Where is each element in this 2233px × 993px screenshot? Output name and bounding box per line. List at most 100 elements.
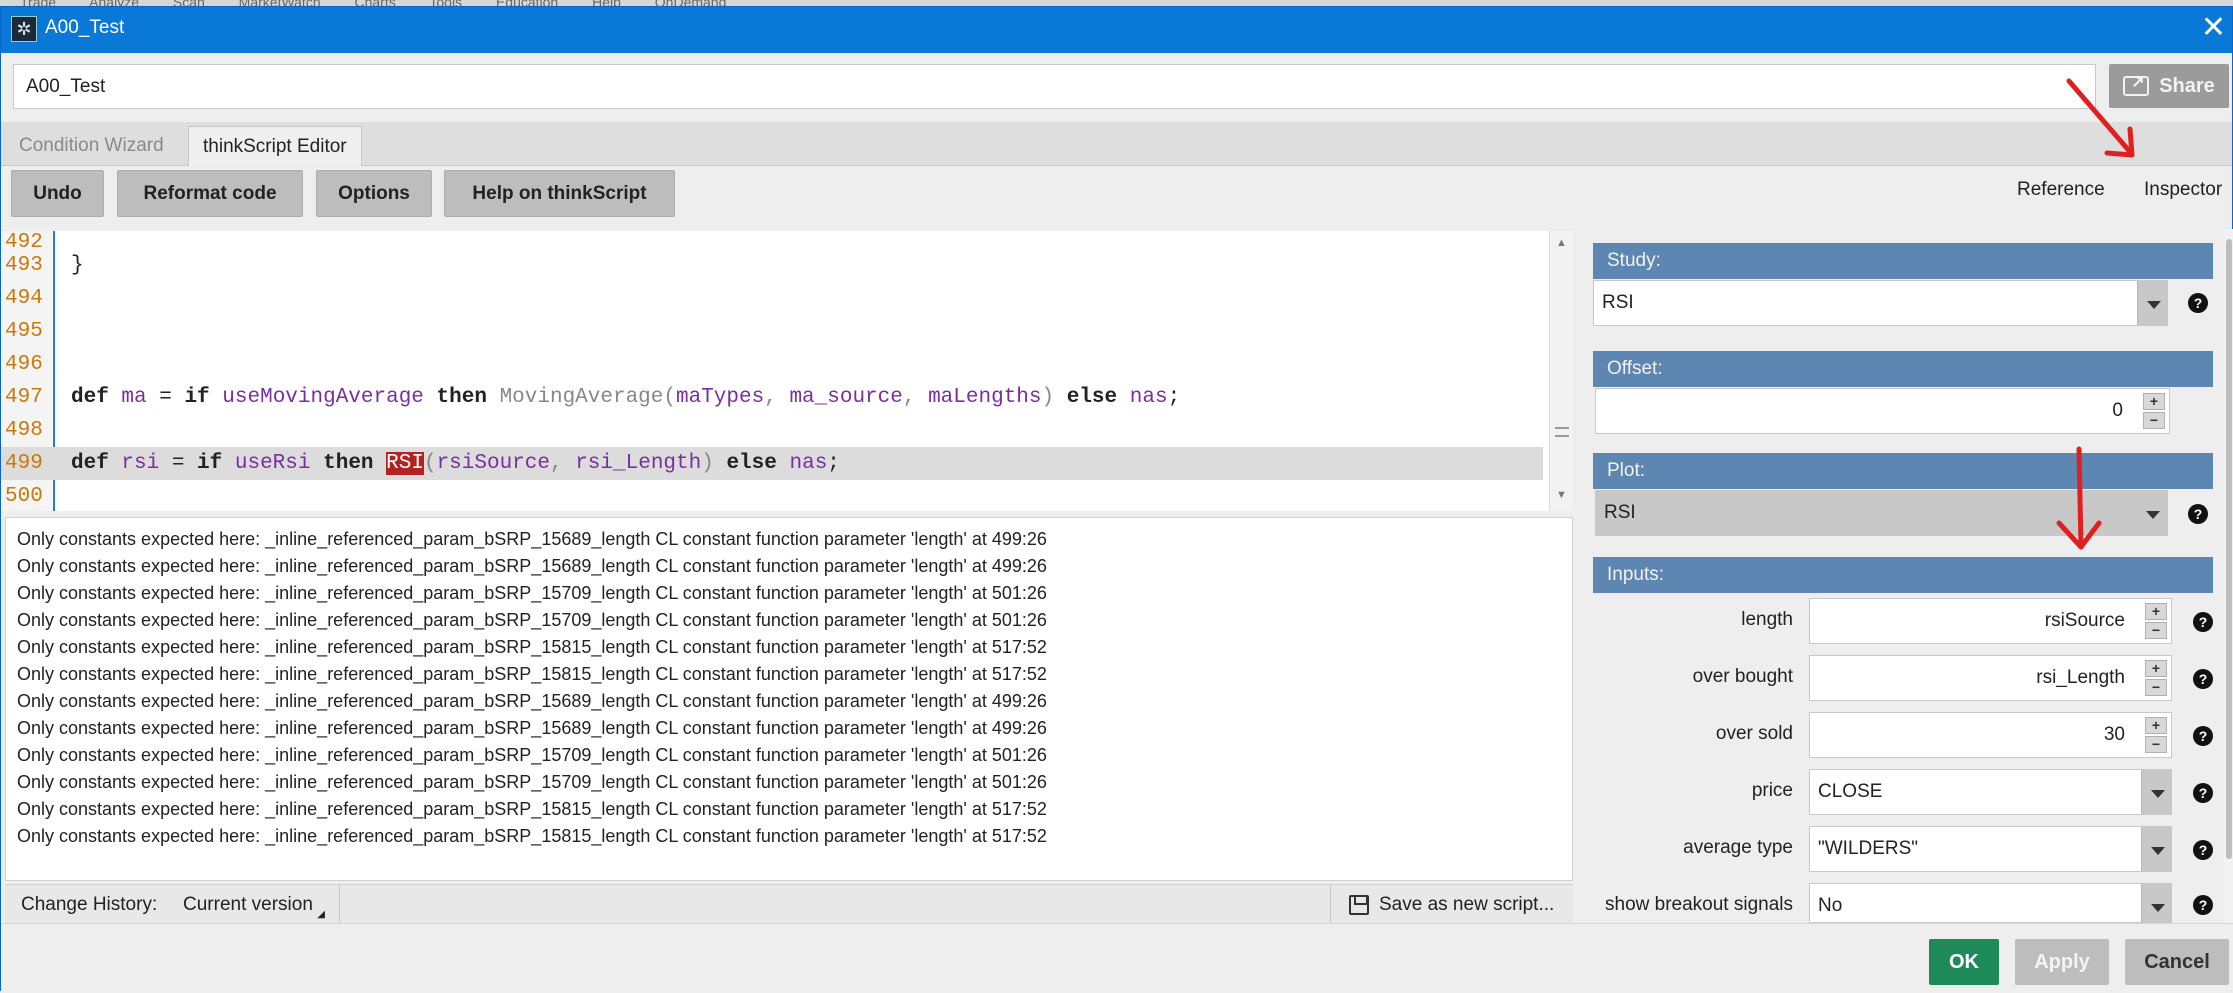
input-select-average-type[interactable]: "WILDERS" (1809, 826, 2172, 872)
line-number: 495 (5, 320, 43, 343)
undo-button[interactable]: Undo (11, 170, 104, 217)
save-icon (1349, 895, 1369, 915)
tab-thinkscript-editor[interactable]: thinkScript Editor (188, 126, 362, 166)
help-icon[interactable]: ? (2193, 895, 2213, 915)
help-icon[interactable]: ? (2193, 669, 2213, 689)
minus-icon[interactable]: − (2145, 679, 2167, 696)
apply-button[interactable]: Apply (2015, 939, 2109, 985)
close-icon[interactable]: ✕ (2201, 13, 2226, 43)
ok-button[interactable]: OK (1929, 939, 1999, 985)
help-icon[interactable]: ? (2193, 726, 2213, 746)
plus-icon[interactable]: + (2143, 393, 2165, 410)
scroll-down-icon[interactable]: ▼ (1556, 489, 1567, 501)
offset-field[interactable]: 0 + − (1595, 388, 2170, 434)
minus-icon[interactable]: − (2145, 622, 2167, 639)
save-as-new-script-button[interactable]: Save as new script... (1349, 894, 1554, 916)
study-select-value: RSI (1602, 292, 1634, 313)
study-name-input[interactable] (13, 64, 2096, 109)
inspector-link[interactable]: Inspector (2144, 179, 2222, 201)
chevron-down-icon[interactable] (2141, 884, 2171, 922)
study-editor-window: ✲ A00_Test ✕ Share Condition Wizard thin… (0, 6, 2233, 992)
input-value: "WILDERS" (1818, 838, 1919, 859)
help-icon[interactable]: ? (2193, 612, 2213, 632)
line-number: 499 (5, 452, 43, 475)
code-text: def rsi = if useRsi then RSI(rsiSource, … (71, 452, 840, 475)
line-number: 497 (5, 386, 43, 409)
input-value: rsi_Length (2036, 667, 2125, 688)
input-value: 30 (2103, 724, 2125, 745)
help-icon[interactable]: ? (2193, 840, 2213, 860)
offset-value: 0 (2112, 400, 2123, 421)
error-messages-panel: Only constants expected here: _inline_re… (5, 517, 1573, 881)
minus-icon[interactable]: − (2145, 736, 2167, 753)
tab-condition-wizard[interactable]: Condition Wizard (5, 126, 178, 166)
chevron-down-icon[interactable] (2141, 827, 2171, 871)
input-field-length[interactable]: rsiSource + − (1809, 598, 2172, 644)
offset-stepper[interactable]: + − (2143, 393, 2165, 429)
inputs-header: Inputs: (1593, 557, 2213, 593)
change-history-label: Change History: (21, 894, 158, 915)
scroll-up-icon[interactable]: ▲ (1556, 237, 1567, 249)
window-title: A00_Test (45, 17, 125, 38)
error-message: Only constants expected here: _inline_re… (17, 637, 1047, 657)
minus-icon[interactable]: − (2143, 412, 2165, 429)
code-scrollbar[interactable]: ▲ ▼ (1549, 231, 1573, 511)
over-bought-stepper[interactable]: + − (2145, 660, 2167, 696)
help-icon[interactable]: ? (2188, 293, 2208, 313)
input-label-average-type: average type (1683, 837, 1793, 858)
line-number: 493 (5, 254, 43, 277)
chevron-down-icon[interactable] (2137, 281, 2167, 325)
thinkorswim-logo-icon: ✲ (11, 16, 37, 42)
help-icon[interactable]: ? (2193, 783, 2213, 803)
line-number: 498 (5, 419, 43, 442)
options-button[interactable]: Options (316, 170, 432, 217)
input-field-over-bought[interactable]: rsi_Length + − (1809, 655, 2172, 701)
plus-icon[interactable]: + (2145, 603, 2167, 620)
title-bar[interactable]: ✲ A00_Test ✕ (1, 7, 2232, 53)
code-line: 498 (1, 414, 1543, 447)
code-text: def ma = if useMovingAverage then Moving… (71, 386, 1181, 409)
error-message: Only constants expected here: _inline_re… (17, 664, 1047, 684)
error-message: Only constants expected here: _inline_re… (17, 583, 1047, 603)
error-message: Only constants expected here: _inline_re… (17, 718, 1047, 738)
annotation-arrow-icon (2056, 446, 2102, 550)
over-sold-stepper[interactable]: + − (2145, 717, 2167, 753)
study-select[interactable]: RSI (1593, 280, 2168, 326)
plus-icon[interactable]: + (2145, 717, 2167, 734)
change-history-dropdown[interactable]: Current version ◢ (183, 894, 325, 920)
plus-icon[interactable]: + (2145, 660, 2167, 677)
cancel-button[interactable]: Cancel (2125, 939, 2229, 985)
scroll-grip-icon[interactable] (1555, 427, 1569, 437)
input-field-over-sold[interactable]: 30 + − (1809, 712, 2172, 758)
error-message: Only constants expected here: _inline_re… (17, 610, 1047, 630)
editor-footer: Change History: Current version ◢ Save a… (5, 884, 1573, 925)
inspector-scrollbar[interactable] (2224, 229, 2233, 929)
code-line: 496 (1, 348, 1543, 381)
chevron-down-icon[interactable] (2137, 491, 2167, 535)
length-stepper[interactable]: + − (2145, 603, 2167, 639)
reformat-code-button[interactable]: Reformat code (117, 170, 303, 217)
change-history-value: Current version (183, 894, 313, 915)
code-editor[interactable]: 492 493 } 494 495 496 497 def ma = if us… (1, 231, 1549, 511)
plot-header: Plot: (1593, 453, 2213, 489)
error-message: Only constants expected here: _inline_re… (17, 691, 1047, 711)
input-select-price[interactable]: CLOSE (1809, 769, 2172, 815)
inspector-panel: Study: RSI ? Offset: 0 + − Plot: RSI ? I… (1593, 243, 2233, 923)
error-message: Only constants expected here: _inline_re… (17, 745, 1047, 765)
scrollbar-thumb[interactable] (2226, 239, 2232, 859)
current-code-line: 499 def rsi = if useRsi then RSI(rsiSour… (1, 447, 1543, 480)
input-label-over-bought: over bought (1692, 666, 1793, 687)
line-number: 496 (5, 353, 43, 376)
error-message: Only constants expected here: _inline_re… (17, 826, 1047, 846)
reference-link[interactable]: Reference (2017, 179, 2105, 201)
help-icon[interactable]: ? (2188, 504, 2208, 524)
annotation-arrow-icon (2066, 78, 2135, 158)
help-on-thinkscript-button[interactable]: Help on thinkScript (444, 170, 675, 217)
study-header: Study: (1593, 243, 2213, 279)
chevron-down-icon[interactable] (2141, 770, 2171, 814)
input-select-show-breakout-signals[interactable]: No (1809, 883, 2172, 923)
input-value: rsiSource (2044, 610, 2125, 631)
plot-select-value: RSI (1604, 502, 1636, 523)
dropdown-corner-icon: ◢ (317, 909, 325, 920)
input-value: CLOSE (1818, 781, 1883, 802)
